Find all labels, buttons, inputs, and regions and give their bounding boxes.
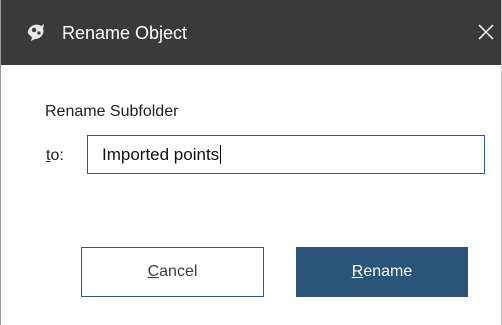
rename-label: ename <box>363 263 413 280</box>
cancel-button[interactable]: Cancel <box>81 247 264 297</box>
rename-mnemonic: R <box>351 263 364 280</box>
rename-heading: Rename Subfolder <box>45 103 179 120</box>
to-label-text: o: <box>50 147 64 164</box>
close-button[interactable] <box>471 12 501 52</box>
to-label: to: <box>46 147 64 165</box>
cancel-label: ancel <box>159 263 198 280</box>
app-logo-icon <box>27 24 44 41</box>
dialog-title: Rename Object <box>62 23 188 43</box>
rename-button[interactable]: Rename <box>296 247 468 297</box>
close-icon <box>478 24 494 40</box>
title-bar[interactable]: Rename Object <box>1 0 501 65</box>
cancel-mnemonic: C <box>147 263 160 280</box>
name-input-value: Imported points <box>102 144 220 164</box>
rename-object-dialog: Rename Object Rename Subfolder to: Impor… <box>0 0 502 325</box>
text-caret <box>220 145 222 164</box>
name-input[interactable]: Imported points <box>87 135 485 174</box>
